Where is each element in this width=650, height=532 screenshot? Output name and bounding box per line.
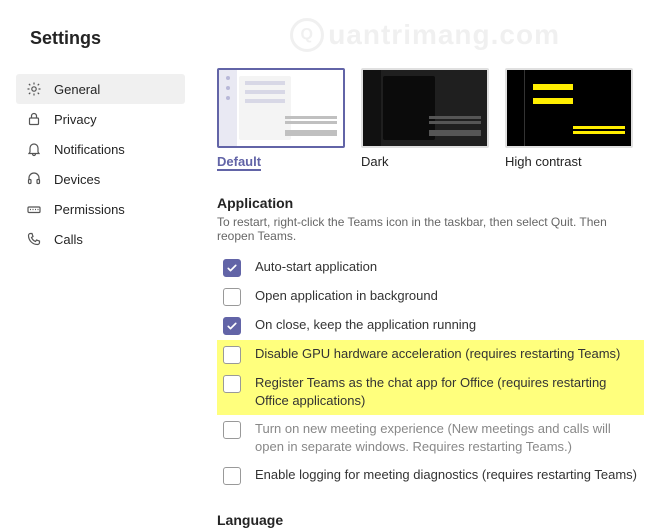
- settings-header: Settings: [0, 0, 650, 68]
- app-option-row: On close, keep the application running: [217, 311, 644, 340]
- lock-icon: [26, 111, 42, 127]
- sidebar-item-permissions[interactable]: Permissions: [16, 194, 185, 224]
- app-option-label: Turn on new meeting experience (New meet…: [255, 420, 638, 456]
- app-option-row: Auto-start application: [217, 253, 644, 282]
- settings-sidebar: General Privacy Notifications Devices Permis…: [0, 68, 195, 532]
- checkbox[interactable]: [223, 288, 241, 306]
- app-option-row: Turn on new meeting experience (New meet…: [217, 415, 644, 461]
- app-option-row: Enable logging for meeting diagnostics (…: [217, 461, 644, 490]
- app-option-row: Open application in background: [217, 282, 644, 311]
- application-options: Auto-start application Open application i…: [217, 253, 644, 490]
- close-button[interactable]: [598, 24, 626, 52]
- app-option-row: Register Teams as the chat app for Offic…: [217, 369, 644, 415]
- theme-caption: High contrast: [505, 154, 633, 169]
- gear-icon: [26, 81, 42, 97]
- app-option-label: Open application in background: [255, 287, 638, 305]
- theme-caption: Default: [217, 154, 261, 171]
- app-option-label: Auto-start application: [255, 258, 638, 276]
- sidebar-item-notifications[interactable]: Notifications: [16, 134, 185, 164]
- sidebar-item-label: Devices: [54, 172, 100, 187]
- language-title: Language: [217, 512, 644, 528]
- theme-preview: [361, 68, 489, 148]
- checkbox[interactable]: [223, 421, 241, 439]
- theme-caption: Dark: [361, 154, 489, 169]
- app-option-label: Disable GPU hardware acceleration (requi…: [255, 345, 638, 363]
- sidebar-item-privacy[interactable]: Privacy: [16, 104, 185, 134]
- settings-main: Default Dark High contrast Application To …: [195, 68, 650, 532]
- sidebar-item-calls[interactable]: Calls: [16, 224, 185, 254]
- sidebar-item-devices[interactable]: Devices: [16, 164, 185, 194]
- phone-icon: [26, 231, 42, 247]
- theme-preview: [505, 68, 633, 148]
- application-title: Application: [217, 195, 644, 211]
- sidebar-item-label: Calls: [54, 232, 83, 247]
- theme-high-contrast[interactable]: High contrast: [505, 68, 633, 171]
- theme-dark[interactable]: Dark: [361, 68, 489, 171]
- checkbox[interactable]: [223, 317, 241, 335]
- theme-default[interactable]: Default: [217, 68, 345, 171]
- app-option-label: Register Teams as the chat app for Offic…: [255, 374, 638, 410]
- checkbox[interactable]: [223, 375, 241, 393]
- page-title: Settings: [30, 28, 101, 49]
- app-option-label: Enable logging for meeting diagnostics (…: [255, 466, 638, 484]
- checkbox[interactable]: [223, 346, 241, 364]
- app-option-label: On close, keep the application running: [255, 316, 638, 334]
- app-option-row: Disable GPU hardware acceleration (requi…: [217, 340, 644, 369]
- sidebar-item-label: Permissions: [54, 202, 125, 217]
- theme-selector: Default Dark High contrast: [217, 68, 644, 171]
- theme-preview: [217, 68, 345, 148]
- sidebar-item-label: General: [54, 82, 100, 97]
- key-icon: [26, 201, 42, 217]
- checkbox[interactable]: [223, 467, 241, 485]
- bell-icon: [26, 141, 42, 157]
- checkbox[interactable]: [223, 259, 241, 277]
- headset-icon: [26, 171, 42, 187]
- application-section: Application To restart, right-click the …: [217, 195, 644, 490]
- language-section: Language Restart to apply language setti…: [217, 512, 644, 532]
- application-help: To restart, right-click the Teams icon i…: [217, 215, 644, 243]
- sidebar-item-label: Notifications: [54, 142, 125, 157]
- sidebar-item-label: Privacy: [54, 112, 97, 127]
- sidebar-item-general[interactable]: General: [16, 74, 185, 104]
